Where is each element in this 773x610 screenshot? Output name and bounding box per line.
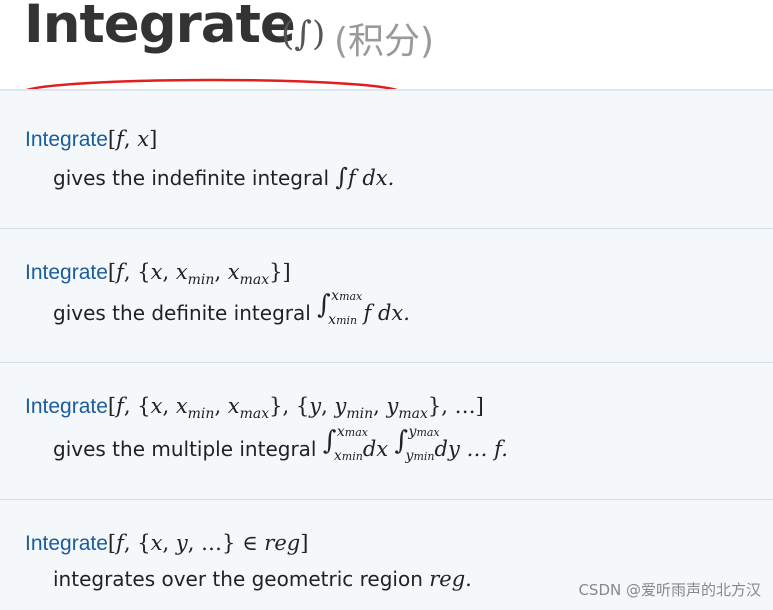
- usage-entries: Integrate[f, x] gives the indefinite int…: [0, 91, 773, 610]
- integral-with-limits: ∫ xmax xmin: [322, 424, 368, 464]
- integral-with-limits: ∫ xmax xmin: [317, 288, 363, 328]
- formula: dx: [362, 437, 389, 461]
- signature-args: [f, {x, y, …} ∈ reg]: [107, 531, 309, 555]
- formula: dy … f.: [434, 437, 508, 461]
- csdn-watermark: CSDN @爱听雨声的北方汉: [578, 581, 761, 599]
- formula: ∫f dx.: [335, 163, 395, 191]
- signature-args: [f, x]: [107, 127, 158, 151]
- description: gives the definite integral ∫ xmax xmin …: [53, 288, 410, 328]
- signature: Integrate[f, {x, xmin, xmax}, {y, ymin, …: [25, 394, 484, 422]
- description: gives the multiple integral ∫ xmax xmin …: [53, 424, 508, 464]
- description-text: gives the multiple integral: [53, 437, 317, 461]
- page-subtitle-chinese: (积分): [334, 21, 435, 62]
- signature-args: [f, {x, xmin, xmax}]: [107, 260, 291, 289]
- signature-args: [f, {x, xmin, xmax}, {y, ymin, ymax}, …]: [107, 394, 484, 423]
- description: integrates over the geometric region reg…: [53, 567, 472, 591]
- usage-entry: Integrate[f, {x, xmin, xmax}] gives the …: [0, 228, 773, 363]
- function-link[interactable]: Integrate: [25, 395, 108, 418]
- signature: Integrate[f, {x, xmin, xmax}]: [25, 260, 291, 288]
- usage-entry: Integrate[f, x] gives the indefinite int…: [0, 91, 773, 229]
- signature: Integrate[f, x]: [25, 127, 157, 152]
- usage-entry: Integrate[f, {x, xmin, xmax}, {y, ymin, …: [0, 362, 773, 500]
- integral-with-limits: ∫ ymax ymin: [394, 424, 440, 464]
- description-text: integrates over the geometric region: [53, 567, 423, 591]
- signature: Integrate[f, {x, y, …} ∈ reg]: [25, 531, 308, 556]
- integral-symbol: (∫): [281, 14, 326, 54]
- formula: f dx.: [363, 301, 410, 325]
- function-link[interactable]: Integrate: [25, 261, 108, 284]
- description-text: gives the definite integral: [53, 301, 311, 325]
- description: gives the indefinite integral ∫f dx.: [53, 163, 394, 191]
- function-link[interactable]: Integrate: [25, 532, 108, 555]
- description-text: gives the indefinite integral: [53, 166, 330, 190]
- page-title: Integrate: [24, 0, 296, 55]
- formula: reg.: [429, 567, 472, 591]
- function-link[interactable]: Integrate: [25, 128, 108, 151]
